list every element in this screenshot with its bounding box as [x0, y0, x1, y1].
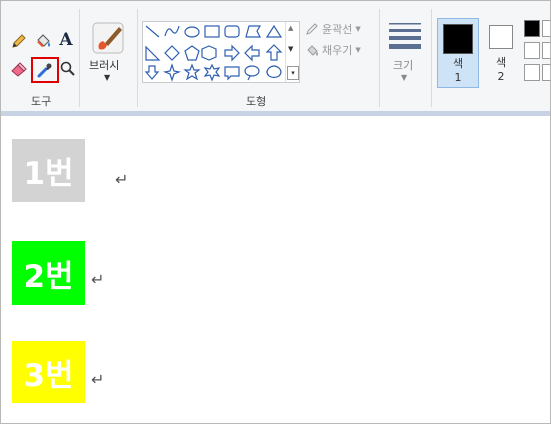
shapes-gallery: ▲ ▼ ▾: [142, 21, 300, 83]
brush-label: 브러시: [89, 59, 120, 72]
brush-icon: [92, 22, 124, 54]
shapes-group-label: 도형: [246, 95, 267, 108]
color1-label-line2: 1: [454, 71, 462, 84]
paint-window: A 도구 브러시 ▼ ▲ ▼ ▾ 윤곽선 ▼ 채우기 ▼ 도형 크기 ▼ 색 1…: [0, 0, 551, 424]
palette-color[interactable]: [524, 64, 540, 81]
fill-label: 채우기: [322, 44, 353, 57]
group-divider: [379, 9, 380, 107]
shapes-grid[interactable]: [143, 22, 283, 82]
palette-color[interactable]: [542, 64, 550, 81]
brush-dropdown-icon[interactable]: ▼: [104, 73, 110, 82]
canvas-area[interactable]: 1번 ↵ 2번 ↵ 3번 ↵: [1, 116, 550, 423]
fill-option-icon: [307, 45, 318, 56]
eraser-icon[interactable]: [9, 59, 29, 79]
outline-pen-icon: [306, 23, 318, 35]
color2-label-line2: 2: [497, 70, 505, 83]
pencil-icon[interactable]: [9, 31, 29, 51]
fill-dropdown-icon: ▼: [355, 46, 361, 54]
line-size-icon: [389, 23, 421, 49]
scroll-down-icon[interactable]: ▼: [288, 45, 293, 53]
text-tool-icon[interactable]: A: [56, 30, 76, 50]
color1-button[interactable]: 색 1: [437, 18, 479, 88]
color2-swatch: [489, 25, 513, 49]
tools-group-label: 도구: [31, 95, 52, 108]
outline-dropdown-icon: ▼: [355, 25, 361, 33]
gallery-expand-icon[interactable]: ▾: [287, 66, 299, 80]
color1-swatch: [443, 24, 473, 54]
ribbon: A 도구 브러시 ▼ ▲ ▼ ▾ 윤곽선 ▼ 채우기 ▼ 도형 크기 ▼ 색 1…: [1, 1, 550, 111]
size-dropdown-icon[interactable]: ▼: [401, 73, 407, 82]
palette-color[interactable]: [542, 42, 550, 59]
shapes-scroll: ▲ ▼ ▾: [285, 22, 299, 82]
outline-option[interactable]: 윤곽선 ▼: [305, 21, 361, 37]
paragraph-mark: ↵: [91, 370, 105, 389]
color2-label-line1: 색: [495, 56, 507, 69]
label-box-3: 3번: [12, 341, 85, 403]
palette-color[interactable]: [542, 20, 550, 37]
scroll-up-icon[interactable]: ▲: [288, 24, 293, 32]
label-box-1: 1번: [12, 139, 85, 202]
magnifier-icon[interactable]: [58, 59, 78, 79]
palette-color[interactable]: [524, 42, 540, 59]
fill-option[interactable]: 채우기 ▼: [305, 42, 361, 58]
group-divider: [431, 9, 432, 107]
paragraph-mark: ↵: [91, 270, 105, 289]
color-picker-highlight: [31, 57, 59, 83]
fill-bucket-icon[interactable]: [33, 31, 53, 51]
palette-color-black[interactable]: [524, 20, 540, 37]
group-divider: [79, 9, 80, 107]
group-divider: [137, 9, 138, 107]
size-label: 크기: [393, 59, 414, 72]
label-box-2: 2번: [12, 241, 85, 305]
color1-label-line1: 색: [452, 57, 464, 70]
outline-label: 윤곽선: [322, 23, 353, 36]
paragraph-mark: ↵: [115, 170, 129, 189]
